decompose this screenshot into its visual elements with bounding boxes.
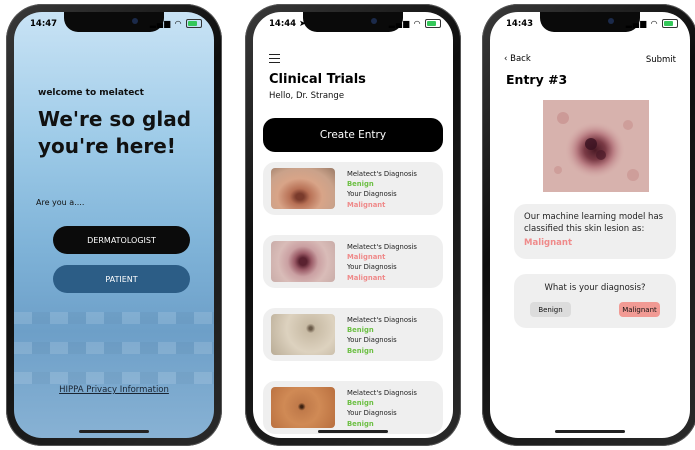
- entry-card[interactable]: Melatect's Diagnosis Malignant Your Diag…: [263, 235, 443, 288]
- diagnosis-card: What is your diagnosis? Benign Malignant: [514, 274, 676, 328]
- your-diagnosis-label: Your Diagnosis: [347, 409, 397, 418]
- battery-icon: [425, 19, 441, 28]
- melatect-diagnosis-value: Benign: [347, 399, 374, 408]
- phone-frame-entry: 14:43 ▂▄▆ ◠ ‹ Back Submit Entry #3 Our m…: [482, 4, 695, 446]
- diagnosis-question: What is your diagnosis?: [544, 283, 646, 293]
- melatect-diagnosis-label: Melatect's Diagnosis: [347, 316, 417, 324]
- welcome-screen: 14:47 ▂▄▆ ◠ welcome to melatect We're so…: [14, 12, 214, 438]
- status-bar: 14:47 ▂▄▆ ◠: [14, 17, 214, 33]
- clinical-trials-screen: 14:44 ➤ ▂▄▆ ◠ Clinical Trials Hello, Dr.…: [253, 12, 453, 438]
- create-entry-button[interactable]: Create Entry: [263, 118, 443, 152]
- your-diagnosis-label: Your Diagnosis: [347, 336, 397, 345]
- lesion-thumbnail: [271, 314, 335, 355]
- phone-frame-clinical-trials: 14:44 ➤ ▂▄▆ ◠ Clinical Trials Hello, Dr.…: [245, 4, 461, 446]
- wifi-icon: ◠: [651, 19, 659, 28]
- welcome-text: welcome to melatect: [38, 88, 144, 98]
- your-diagnosis-label: Your Diagnosis: [347, 190, 397, 199]
- page-title: Clinical Trials: [269, 72, 366, 87]
- signal-icon: ▂▄▆: [388, 19, 411, 28]
- status-bar: 14:44 ➤ ▂▄▆ ◠: [253, 17, 453, 33]
- status-time: 14:43: [506, 19, 534, 29]
- lesion-photo: [543, 100, 649, 192]
- home-indicator[interactable]: [555, 430, 625, 433]
- entry-card[interactable]: Melatect's Diagnosis Benign Your Diagnos…: [263, 381, 443, 434]
- your-diagnosis-value: Benign: [347, 346, 374, 355]
- status-time: 14:44: [269, 19, 297, 29]
- entry-title: Entry #3: [506, 72, 568, 87]
- entry-card[interactable]: Melatect's Diagnosis Benign Your Diagnos…: [263, 162, 443, 215]
- location-arrow-icon: ➤: [299, 19, 307, 29]
- status-time: 14:47: [30, 19, 58, 29]
- dermatologist-button[interactable]: DERMATOLOGIST: [53, 226, 190, 254]
- wifi-icon: ◠: [175, 19, 183, 28]
- hamburger-menu-icon[interactable]: [269, 54, 280, 65]
- headline: We're so glad you're here!: [38, 107, 192, 158]
- lesion-thumbnail: [271, 387, 335, 428]
- lesion-thumbnail: [271, 168, 335, 209]
- patient-button[interactable]: PATIENT: [53, 265, 190, 293]
- melatect-diagnosis-label: Melatect's Diagnosis: [347, 170, 417, 178]
- submit-button[interactable]: Submit: [646, 55, 676, 65]
- your-diagnosis-label: Your Diagnosis: [347, 263, 397, 272]
- benign-option-button[interactable]: Benign: [530, 302, 571, 317]
- malignant-option-button[interactable]: Malignant: [619, 302, 660, 317]
- chevron-left-icon: ‹: [504, 54, 508, 64]
- signal-icon: ▂▄▆: [149, 19, 172, 28]
- your-diagnosis-value: Benign: [347, 419, 374, 428]
- model-result-card: Our machine learning model has classifie…: [514, 204, 676, 259]
- home-indicator[interactable]: [79, 430, 149, 433]
- your-diagnosis-value: Malignant: [347, 200, 386, 209]
- role-prompt: Are you a....: [36, 198, 85, 207]
- phone-frame-welcome: 14:47 ▂▄▆ ◠ welcome to melatect We're so…: [6, 4, 222, 446]
- your-diagnosis-value: Malignant: [347, 273, 386, 282]
- melatect-diagnosis-value: Benign: [347, 180, 374, 189]
- melatect-diagnosis-label: Melatect's Diagnosis: [347, 389, 417, 397]
- status-bar: 14:43 ▂▄▆ ◠: [490, 17, 690, 33]
- home-indicator[interactable]: [318, 430, 388, 433]
- back-label: Back: [510, 54, 531, 64]
- entry-detail-screen: 14:43 ▂▄▆ ◠ ‹ Back Submit Entry #3 Our m…: [490, 12, 690, 438]
- back-button[interactable]: ‹ Back: [504, 54, 531, 64]
- model-result: Malignant: [524, 238, 573, 248]
- melatect-diagnosis-value: Malignant: [347, 253, 386, 262]
- greeting: Hello, Dr. Strange: [269, 91, 345, 101]
- battery-icon: [662, 19, 678, 28]
- lesion-thumbnail: [271, 241, 335, 282]
- melatect-diagnosis-value: Benign: [347, 326, 374, 335]
- wifi-icon: ◠: [414, 19, 422, 28]
- privacy-link[interactable]: HIPPA Privacy Information: [14, 385, 214, 395]
- entry-card[interactable]: Melatect's Diagnosis Benign Your Diagnos…: [263, 308, 443, 361]
- signal-icon: ▂▄▆: [625, 19, 648, 28]
- model-description: Our machine learning model has classifie…: [524, 212, 664, 234]
- battery-icon: [186, 19, 202, 28]
- melatect-diagnosis-label: Melatect's Diagnosis: [347, 243, 417, 251]
